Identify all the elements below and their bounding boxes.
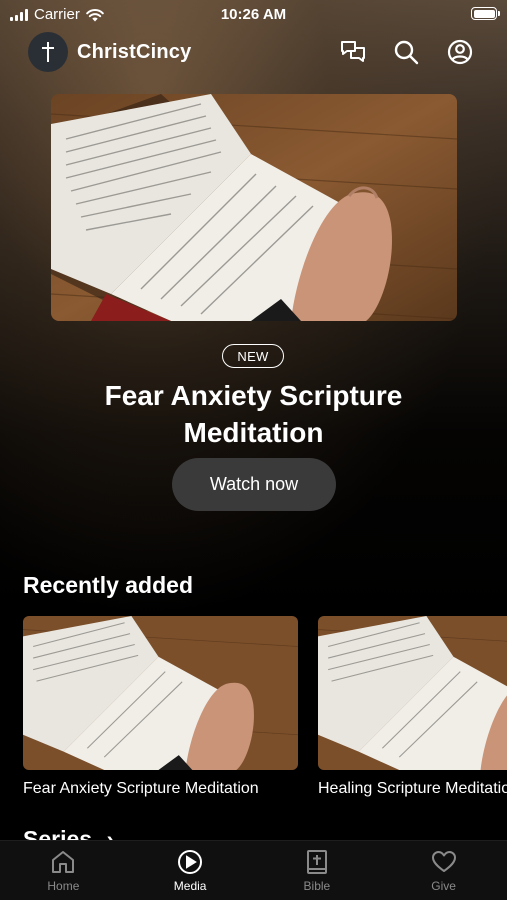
media-card[interactable]: Healing Scripture Meditation <box>318 616 507 798</box>
new-badge: NEW <box>222 344 284 368</box>
watch-now-button[interactable]: Watch now <box>172 458 336 511</box>
tab-home[interactable]: Home <box>0 841 127 900</box>
cross-icon <box>42 42 54 62</box>
status-time: 10:26 AM <box>220 6 287 23</box>
tab-label: Bible <box>303 879 331 893</box>
tab-give[interactable]: Give <box>380 841 507 900</box>
tab-bible[interactable]: Bible <box>254 841 381 900</box>
home-icon <box>52 851 75 873</box>
media-card-thumbnail[interactable] <box>318 616 507 770</box>
app-logo[interactable] <box>28 32 68 72</box>
battery-level <box>473 9 495 18</box>
tab-label: Media <box>173 879 207 893</box>
tab-label: Give <box>431 879 456 893</box>
app-title: ChristCincy <box>77 41 192 63</box>
recently-added-carousel[interactable]: Fear Anxiety Scripture Meditation Healin… <box>0 616 507 806</box>
media-card[interactable]: Fear Anxiety Scripture Meditation <box>23 616 298 798</box>
media-card-title: Fear Anxiety Scripture Meditation <box>23 780 259 797</box>
profile-icon[interactable] <box>447 39 473 65</box>
bible-icon <box>306 850 327 874</box>
chevron-right-icon: › <box>106 826 115 840</box>
hero-image[interactable] <box>51 94 457 321</box>
media-card-thumbnail[interactable] <box>23 616 298 770</box>
app-header: ChristCincy <box>0 32 507 72</box>
search-icon[interactable] <box>393 39 419 65</box>
battery-icon <box>471 7 500 20</box>
series-title: Series <box>23 826 93 840</box>
tab-label: Home <box>47 879 80 893</box>
chat-icon[interactable] <box>340 39 366 65</box>
media-card-title: Healing Scripture Meditation <box>318 780 507 797</box>
status-bar: Carrier 10:26 AM <box>0 0 507 30</box>
recently-added-title: Recently added <box>23 572 193 598</box>
open-bible-image <box>318 616 507 770</box>
hero-title: Fear Anxiety Scripture Meditation <box>104 380 403 448</box>
heart-icon <box>431 851 456 872</box>
open-bible-image <box>51 94 457 321</box>
play-icon <box>178 850 203 874</box>
series-section-title[interactable]: Series › <box>23 826 114 840</box>
bottom-tab-bar: Home Media Bible Give <box>0 840 507 900</box>
open-bible-image <box>23 616 298 770</box>
tab-media[interactable]: Media <box>127 841 254 900</box>
